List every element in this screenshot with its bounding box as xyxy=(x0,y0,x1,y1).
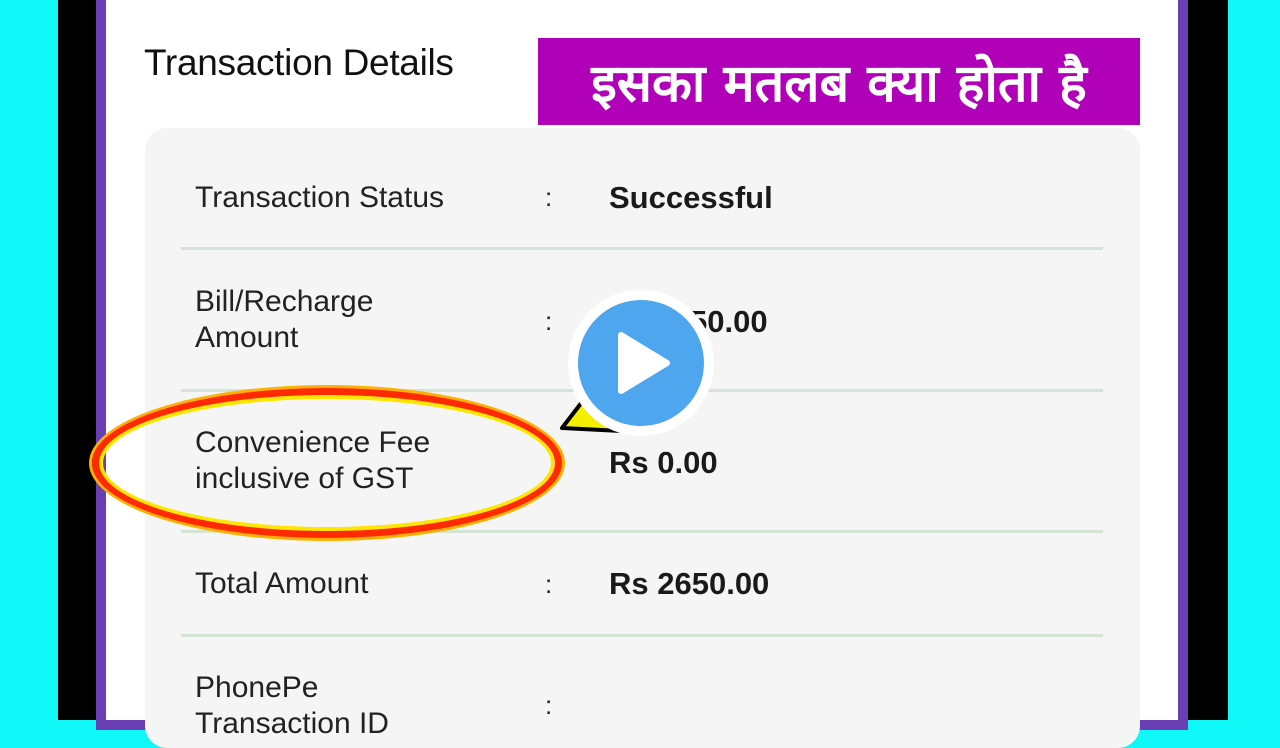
colon: : xyxy=(545,182,553,212)
play-icon xyxy=(618,332,670,394)
right-border xyxy=(1188,0,1228,720)
colon: : xyxy=(545,690,553,720)
divider xyxy=(181,634,1103,637)
bill-amount-label: Bill/Recharge Amount xyxy=(195,284,373,356)
transaction-id-label-line2: Transaction ID xyxy=(195,707,389,740)
total-amount-value: Rs 2650.00 xyxy=(609,566,770,601)
convenience-fee-value: Rs 0.00 xyxy=(609,445,718,480)
left-border xyxy=(58,0,96,720)
colon: : xyxy=(545,569,553,599)
transaction-id-label: PhonePe Transaction ID xyxy=(195,670,389,742)
highlight-circle xyxy=(92,388,562,538)
page-title: Transaction Details xyxy=(144,42,454,83)
bill-amount-label-line1: Bill/Recharge xyxy=(195,285,374,318)
divider xyxy=(181,247,1103,250)
bill-amount-label-line2: Amount xyxy=(195,321,299,354)
total-amount-label: Total Amount xyxy=(195,567,369,600)
question-banner: इसका मतलब क्या होता है xyxy=(538,38,1140,125)
transaction-id-label-line1: PhonePe xyxy=(195,671,319,704)
transaction-status-label: Transaction Status xyxy=(195,181,445,214)
play-button-inner[interactable] xyxy=(578,300,704,426)
colon: : xyxy=(545,306,553,336)
transaction-status-value: Successful xyxy=(609,180,773,215)
play-button[interactable] xyxy=(568,290,714,436)
